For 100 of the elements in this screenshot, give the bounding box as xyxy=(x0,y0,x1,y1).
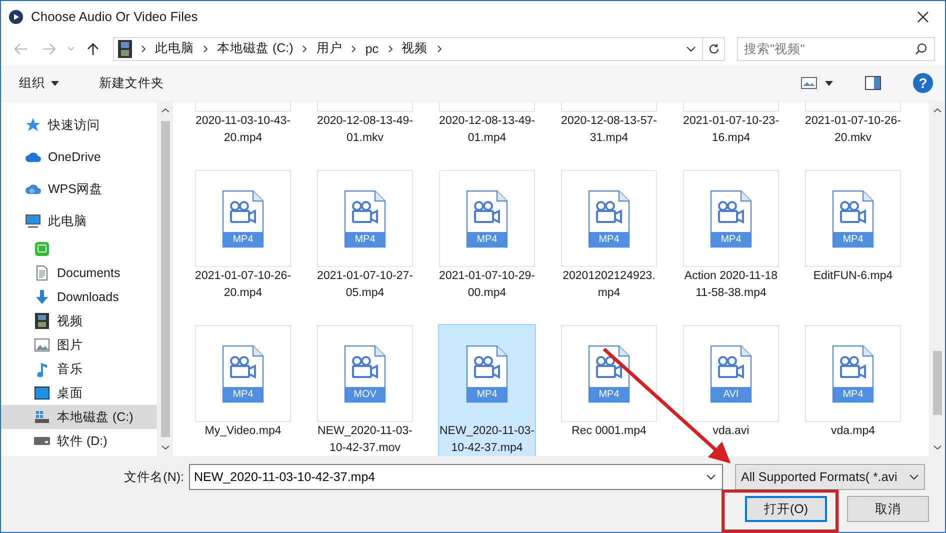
file-item[interactable]: MOV NEW_2020-11-03-10-42-37.mov xyxy=(316,324,414,456)
file-type-badge: AVI xyxy=(711,386,751,402)
file-name: 2020-12-08-13-49-01.mkv xyxy=(317,114,413,146)
scroll-up-icon xyxy=(932,108,942,113)
file-item[interactable]: 2021-01-07-10-26-20.mkv xyxy=(804,102,902,164)
file-type-badge: MP4 xyxy=(589,386,629,402)
breadcrumb-item[interactable]: pc xyxy=(365,42,379,56)
dropdown-caret-icon[interactable] xyxy=(686,46,696,52)
file-item[interactable]: 2021-01-07-10-23-16.mp4 xyxy=(682,102,780,164)
caret-icon xyxy=(51,80,59,86)
caret-icon xyxy=(67,46,75,51)
file-item[interactable]: MP4 2021-01-07-10-26-20.mp4 xyxy=(194,169,292,319)
file-item[interactable]: MP4 Rec 0001.mp4 xyxy=(560,324,658,456)
file-item[interactable]: 2020-12-08-13-57-31.mp4 xyxy=(560,102,658,164)
desktop-icon xyxy=(34,385,50,401)
sidebar-item[interactable]: 软件 (D:) xyxy=(1,429,157,453)
organize-button[interactable]: 组织 xyxy=(11,70,67,96)
sidebar-item[interactable]: 此电脑 xyxy=(1,205,157,237)
refresh-button[interactable] xyxy=(703,36,725,60)
picture-icon xyxy=(801,77,817,89)
file-name: 2021-01-07-10-26-20.mkv xyxy=(805,114,901,146)
filename-label: 文件名(N): xyxy=(123,468,185,486)
file-name: 2021-01-07-10-27-05.mp4 xyxy=(317,269,413,301)
scroll-up-icon xyxy=(160,108,170,113)
sidebar-item[interactable]: OneDrive xyxy=(1,141,157,173)
file-name: Rec 0001.mp4 xyxy=(570,424,648,439)
search-field[interactable]: 搜索"视频" xyxy=(737,36,935,60)
scrollbar[interactable] xyxy=(157,102,173,456)
picture-icon xyxy=(34,337,50,353)
sidebar-item[interactable]: WPS网盘 xyxy=(1,173,157,205)
file-item[interactable]: MP4 EditFUN-6.mp4 xyxy=(804,169,902,319)
sidebar-item[interactable]: 本地磁盘 (C:) xyxy=(1,405,157,429)
file-type-badge: MP4 xyxy=(833,232,873,246)
file-item[interactable]: MP4 NEW_2020-11-03-10-42-37.mp4 xyxy=(438,324,536,456)
file-name: 20201202124923.mp4 xyxy=(562,269,656,301)
sidebar-item[interactable]: 音乐 xyxy=(1,357,157,381)
new-folder-button[interactable]: 新建文件夹 xyxy=(91,70,172,96)
file-type-badge: MP4 xyxy=(223,386,263,402)
file-item[interactable]: 2020-12-08-13-49-01.mp4 xyxy=(438,102,536,164)
sidebar-item[interactable]: 快速访问 xyxy=(1,109,157,141)
file-item[interactable]: MP4 Action 2020-11-18 11-58-38.mp4 xyxy=(682,169,780,319)
breadcrumb-item[interactable]: 用户 xyxy=(316,40,342,57)
cancel-button[interactable]: 取消 xyxy=(847,496,929,522)
search-icon xyxy=(915,42,927,54)
file-name: 2020-12-08-13-49-01.mp4 xyxy=(439,114,535,146)
preview-pane-icon xyxy=(865,76,881,90)
file-type-badge: MP4 xyxy=(467,386,507,402)
app-logo-icon xyxy=(9,10,23,24)
help-button[interactable]: ? xyxy=(913,73,933,93)
file-item[interactable]: MP4 vda.mp4 xyxy=(804,324,902,456)
app-icon xyxy=(34,241,50,257)
breadcrumb-item[interactable]: 此电脑 xyxy=(155,40,194,57)
scrollbar[interactable] xyxy=(929,102,945,456)
music-note-icon xyxy=(34,361,50,377)
chevron-right-icon xyxy=(388,44,393,52)
file-name: 2021-01-07-10-23-16.mp4 xyxy=(683,114,779,146)
dropdown-caret-icon[interactable] xyxy=(706,474,716,480)
breadcrumb-item[interactable]: 视频 xyxy=(402,40,428,57)
film-strip-icon xyxy=(34,313,50,329)
file-name: NEW_2020-11-03-10-42-37.mp4 xyxy=(439,424,535,456)
file-item[interactable]: AVI vda.avi xyxy=(682,324,780,456)
sidebar-item[interactable]: 桌面 xyxy=(1,381,157,405)
file-name: 2020-12-08-13-57-31.mp4 xyxy=(561,114,657,146)
file-item[interactable]: MP4 20201202124923.mp4 xyxy=(560,169,658,319)
file-name: 2021-01-07-10-26-20.mp4 xyxy=(195,269,291,301)
file-item[interactable]: MP4 2021-01-07-10-27-05.mp4 xyxy=(316,169,414,319)
file-item[interactable]: 2020-12-08-13-49-01.mkv xyxy=(316,102,414,164)
file-type-badge: MOV xyxy=(345,386,385,402)
file-type-badge: MP4 xyxy=(223,232,263,246)
sidebar-item[interactable]: Downloads xyxy=(1,285,157,309)
address-field[interactable]: 此电脑 本地磁盘 (C:) 用户 pc 视频 xyxy=(113,36,703,60)
sidebar-item[interactable]: 视频 xyxy=(1,309,157,333)
file-type-badge: MP4 xyxy=(589,232,629,246)
file-type-dropdown[interactable]: All Supported Formats( *.avi xyxy=(735,464,925,490)
forward-arrow-icon xyxy=(42,42,56,54)
refresh-icon xyxy=(708,42,720,54)
file-item[interactable]: MP4 My_Video.mp4 xyxy=(194,324,292,456)
file-name: Action 2020-11-18 11-58-38.mp4 xyxy=(683,269,779,301)
file-name: My_Video.mp4 xyxy=(204,424,282,439)
sidebar-item[interactable]: Documents xyxy=(1,261,157,285)
scroll-down-icon xyxy=(932,445,942,450)
open-button[interactable]: 打开(O) xyxy=(745,496,827,522)
chevron-right-icon xyxy=(436,44,442,52)
file-type-badge: MP4 xyxy=(345,232,385,246)
scroll-down-icon xyxy=(160,445,170,450)
scroll-thumb[interactable] xyxy=(160,121,170,437)
breadcrumb-item[interactable]: 本地磁盘 (C:) xyxy=(217,40,294,57)
sidebar-item[interactable]: 图片 xyxy=(1,333,157,357)
file-name: 2020-11-03-10-43-20.mp4 xyxy=(195,114,291,146)
chevron-right-icon xyxy=(203,44,208,52)
file-name: 2021-01-07-10-29-00.mp4 xyxy=(439,269,535,301)
file-item[interactable]: 2020-11-03-10-43-20.mp4 xyxy=(194,102,292,164)
download-arrow-icon xyxy=(34,289,50,305)
caret-icon xyxy=(825,80,833,86)
scroll-thumb[interactable] xyxy=(932,351,942,415)
file-item[interactable]: MP4 2021-01-07-10-29-00.mp4 xyxy=(438,169,536,319)
close-icon xyxy=(917,10,929,22)
filename-field[interactable]: NEW_2020-11-03-10-42-37.mp4 xyxy=(189,464,723,490)
file-name: vda.mp4 xyxy=(830,424,876,439)
file-type-badge: MP4 xyxy=(711,232,751,246)
